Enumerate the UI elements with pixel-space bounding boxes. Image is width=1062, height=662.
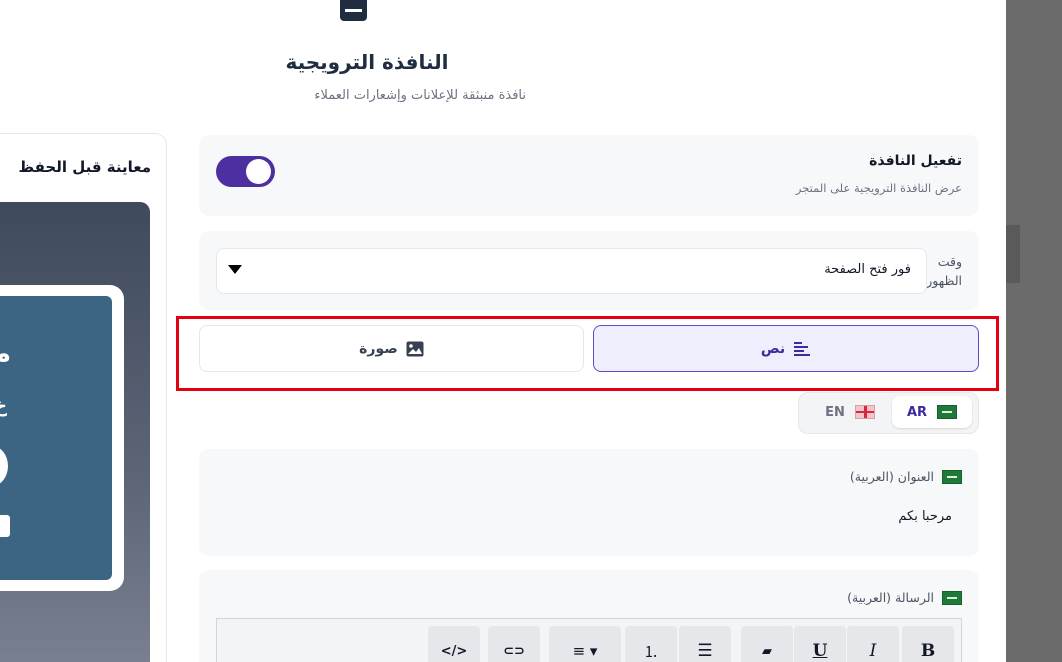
title-input[interactable]: مرحبا بكم: [700, 509, 952, 524]
title-field-label-row: العنوان (العربية): [800, 469, 962, 484]
underline-icon[interactable]: U: [794, 626, 846, 662]
saudi-flag-icon: [942, 590, 962, 605]
bullet-list-icon[interactable]: ☰: [679, 626, 731, 662]
toggle-knob: [246, 159, 271, 184]
language-en-button[interactable]: EN: [812, 396, 888, 428]
caret-down-icon: [228, 265, 242, 274]
activation-card: [199, 135, 979, 216]
title-field-label: العنوان (العربية): [849, 469, 934, 484]
activation-description: عرض النافذة الترويجية على المتجر: [795, 181, 962, 195]
numbered-list-icon[interactable]: ⒈: [625, 626, 677, 662]
preview-popup-button: [0, 515, 10, 537]
language-code: AR: [906, 404, 928, 420]
bold-icon[interactable]: B: [902, 626, 954, 662]
message-field-label-row: الرسالة (العربية): [800, 590, 962, 605]
overlay-scrim: [1006, 0, 1062, 662]
title-field-card: [199, 449, 979, 556]
italic-icon[interactable]: I: [847, 626, 899, 662]
preview-popup-title: م: [0, 340, 12, 370]
timing-label: وقت الظهور: [926, 254, 962, 288]
activation-title: تفعيل النافذة: [869, 153, 962, 169]
code-icon[interactable]: </>: [428, 626, 480, 662]
language-code: EN: [825, 404, 845, 420]
saudi-flag-icon: [937, 405, 958, 419]
timing-selected-value: فور فتح الصفحة: [824, 262, 911, 277]
scrim-edge: [1006, 225, 1020, 283]
message-field-label: الرسالة (العربية): [847, 590, 934, 605]
highlight-annotation: [176, 316, 999, 391]
eraser-icon[interactable]: ▰: [741, 626, 793, 662]
preview-popup-text: خ: [0, 396, 7, 417]
align-dropdown-icon[interactable]: ≡ ▾: [549, 626, 621, 662]
page-title: النافذة الترويجية: [285, 50, 449, 74]
preview-title: معاينة قبل الحفظ: [18, 158, 151, 176]
link-icon[interactable]: ⊂⊃: [488, 626, 540, 662]
saudi-flag-icon: [942, 469, 962, 484]
language-ar-button[interactable]: AR: [892, 396, 972, 428]
popup-window-icon: [340, 0, 367, 21]
uk-flag-icon: [854, 405, 875, 419]
page-subtitle: نافذة منبثقة للإعلانات وإشعارات العملاء: [314, 88, 526, 103]
preview-popup-body: [0, 296, 112, 580]
